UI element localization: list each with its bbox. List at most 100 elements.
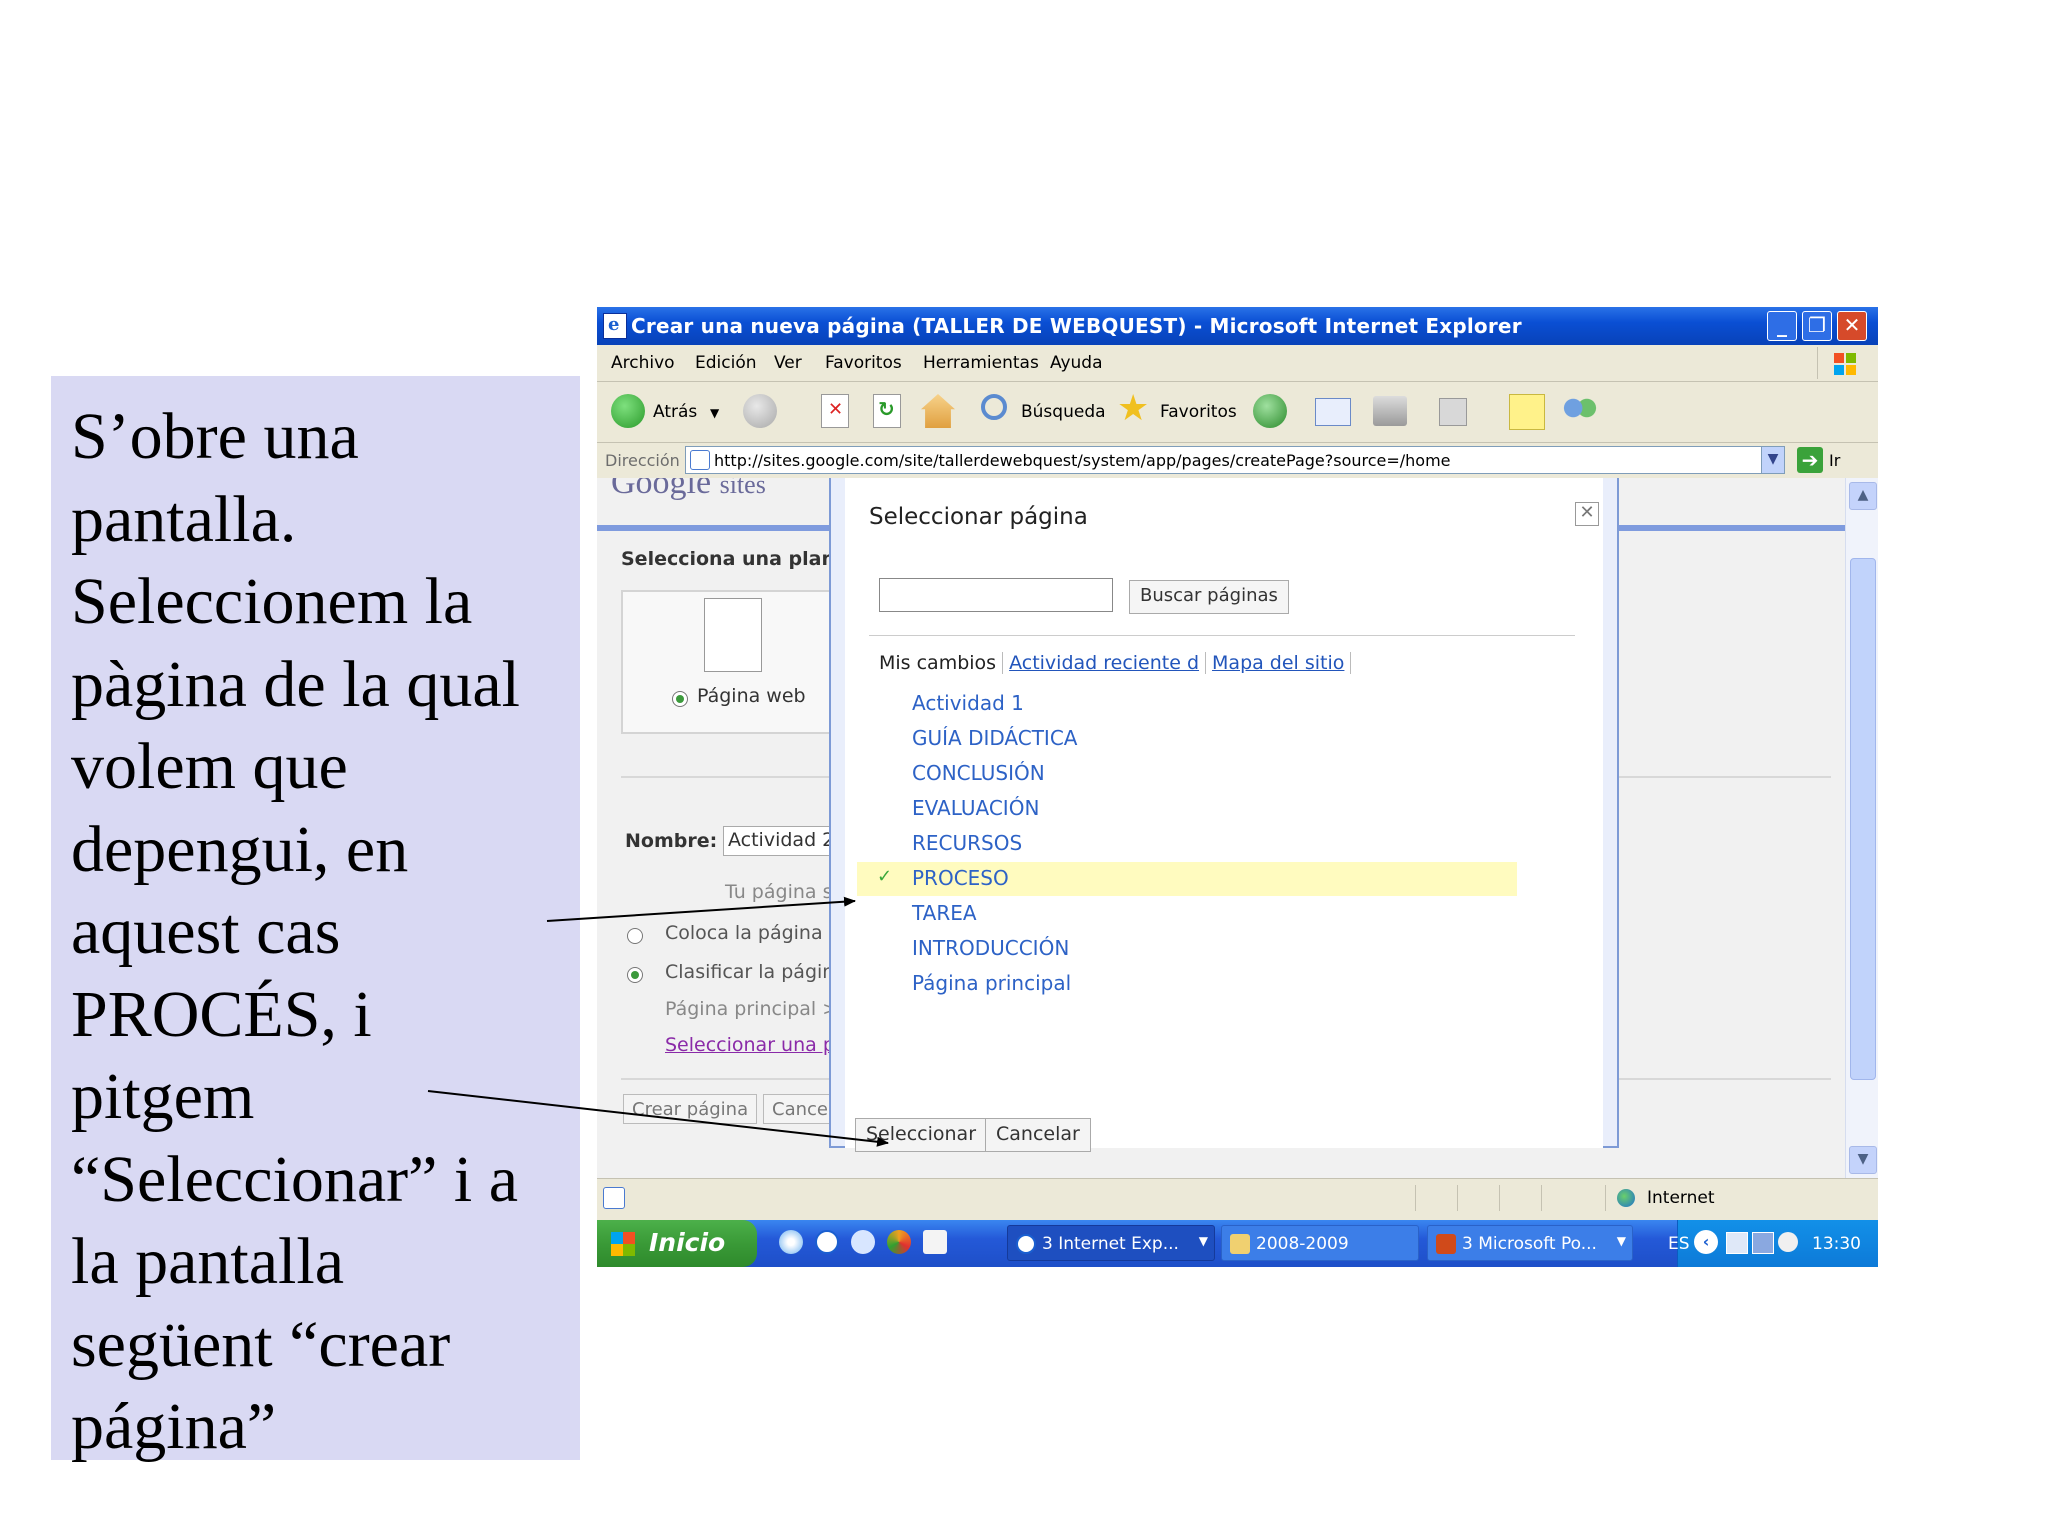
callout-line: página” — [71, 1390, 277, 1463]
menu-bar: Archivo Edición Ver Favoritos Herramient… — [597, 345, 1878, 382]
select-other-page-link[interactable]: Seleccionar una p — [665, 1034, 835, 1056]
callout-line: “Seleccionar” i a — [71, 1142, 519, 1216]
url-input[interactable]: http://sites.google.com/site/tallerdeweb… — [685, 446, 1785, 474]
close-button[interactable]: ✕ — [1837, 311, 1867, 341]
url-hint: Tu página s — [725, 881, 833, 903]
select-button[interactable]: Seleccionar — [855, 1118, 988, 1152]
dialog-title: Seleccionar página — [869, 504, 1088, 530]
window-title: Crear una nueva página (TALLER DE WEBQUE… — [631, 314, 1522, 338]
title-bar[interactable]: Crear una nueva página (TALLER DE WEBQUE… — [597, 307, 1878, 345]
page-list-item[interactable]: Página principal — [857, 967, 1517, 1001]
back-arrow-icon[interactable] — [611, 394, 645, 428]
place-top-radio[interactable] — [627, 928, 643, 944]
minimize-button[interactable]: _ — [1767, 311, 1797, 341]
tab-my-changes[interactable]: Mis cambios — [879, 652, 1004, 674]
menu-ver[interactable]: Ver — [774, 353, 802, 373]
refresh-icon[interactable]: ↻ — [873, 394, 901, 428]
page-list-item-label: CONCLUSIÓN — [912, 761, 1045, 785]
tray-app-icon[interactable] — [1726, 1232, 1748, 1254]
create-page-button[interactable]: Crear página — [623, 1094, 758, 1124]
favorites-star-icon[interactable]: ★ — [1117, 388, 1149, 429]
page-list-item-selected[interactable]: ✓ PROCESO — [857, 862, 1517, 896]
outlook-quicklaunch-icon[interactable] — [851, 1230, 875, 1254]
mail-icon[interactable] — [1315, 398, 1351, 426]
google-logo-text: Google — [611, 478, 712, 501]
scroll-down-icon[interactable]: ▼ — [1849, 1146, 1877, 1174]
start-button[interactable]: Inicio — [597, 1220, 757, 1267]
ie-page-icon — [690, 450, 710, 470]
messenger-icon[interactable] — [1563, 396, 1597, 426]
menu-ayuda[interactable]: Ayuda — [1050, 353, 1103, 373]
go-arrow-icon[interactable]: ➔ — [1797, 447, 1823, 473]
taskbar-item-folder[interactable]: 2008-2009 — [1221, 1225, 1419, 1261]
menu-favoritos[interactable]: Favoritos — [825, 353, 902, 373]
quicklaunch-icon[interactable] — [779, 1230, 803, 1254]
scroll-up-icon[interactable]: ▲ — [1849, 482, 1877, 510]
scroll-thumb[interactable] — [1850, 558, 1876, 1080]
page-search-input[interactable] — [879, 578, 1113, 612]
toolbar: Atrás ▼ ✕ ↻ Búsqueda ★ Favoritos — [597, 382, 1878, 443]
template-radio[interactable] — [672, 691, 688, 707]
cancel-button[interactable]: Cance — [763, 1094, 837, 1124]
network-icon[interactable] — [1752, 1232, 1774, 1254]
status-bar: Internet — [597, 1178, 1878, 1217]
language-indicator[interactable]: ES — [1668, 1234, 1690, 1254]
edit-icon[interactable] — [1439, 398, 1467, 426]
media-player-icon[interactable] — [887, 1230, 911, 1254]
page-list-item-label: RECURSOS — [912, 831, 1023, 855]
callout-line: pàgina de la qual — [71, 647, 520, 721]
tray-expand-icon[interactable]: ‹ — [1694, 1230, 1718, 1254]
maximize-button[interactable]: ❐ — [1802, 311, 1832, 341]
dialog-close-icon[interactable]: ✕ — [1575, 502, 1599, 526]
stop-icon[interactable]: ✕ — [821, 394, 849, 428]
select-page-dialog: Seleccionar página ✕ Buscar páginas Mis … — [829, 478, 1619, 1152]
back-dropdown-icon[interactable]: ▼ — [710, 406, 719, 420]
status-divider — [1605, 1185, 1606, 1211]
menu-edicion[interactable]: Edición — [695, 353, 757, 373]
page-list-item-label: EVALUACIÓN — [912, 796, 1040, 820]
show-desktop-icon[interactable] — [923, 1230, 947, 1254]
system-tray: ES ‹ 13:30 — [1668, 1220, 1878, 1267]
menu-herramientas[interactable]: Herramientas — [923, 353, 1039, 373]
search-pages-button[interactable]: Buscar páginas — [1129, 580, 1289, 614]
page-list-item[interactable]: INTRODUCCIÓN — [857, 932, 1517, 966]
taskbar-item-ie[interactable]: 3 Internet Exp... ▼ — [1007, 1225, 1215, 1261]
favorites-button-label[interactable]: Favoritos — [1160, 402, 1237, 422]
folder-icon — [1230, 1234, 1250, 1254]
notes-icon[interactable] — [1509, 394, 1545, 430]
address-dropdown-icon[interactable]: ▼ — [1761, 447, 1784, 473]
clock: 13:30 — [1812, 1234, 1861, 1254]
chevron-down-icon: ▼ — [1616, 1234, 1626, 1248]
tab-recent-activity[interactable]: Actividad reciente d — [1003, 652, 1207, 674]
dialog-cancel-button[interactable]: Cancelar — [985, 1118, 1091, 1152]
taskbar-item-powerpoint[interactable]: 3 Microsoft Po... ▼ — [1427, 1225, 1633, 1261]
explanation-callout: S’obre una pantalla. Seleccionem la pàgi… — [51, 376, 580, 1463]
callout-line: PROCÉS, i — [71, 977, 372, 1051]
place-under-radio[interactable] — [627, 967, 643, 983]
page-list-item[interactable]: EVALUACIÓN — [857, 792, 1517, 826]
status-divider — [1541, 1185, 1542, 1211]
search-button-label[interactable]: Búsqueda — [1021, 402, 1106, 422]
page-list-item[interactable]: GUÍA DIDÁCTICA — [857, 722, 1517, 756]
status-divider — [1457, 1185, 1458, 1211]
page-list-item[interactable]: RECURSOS — [857, 827, 1517, 861]
vertical-scrollbar[interactable]: ▲ ▼ — [1845, 478, 1878, 1178]
search-icon[interactable] — [981, 394, 1007, 420]
tab-sitemap[interactable]: Mapa del sitio — [1206, 652, 1352, 674]
page-list-item[interactable]: CONCLUSIÓN — [857, 757, 1517, 791]
ie-quicklaunch-icon[interactable] — [815, 1230, 839, 1254]
menu-archivo[interactable]: Archivo — [611, 353, 675, 373]
home-icon[interactable] — [921, 394, 955, 428]
explanation-text: S’obre una pantalla. Seleccionem la pàgi… — [71, 396, 568, 1469]
page-status-icon — [603, 1187, 625, 1209]
history-icon[interactable] — [1253, 394, 1287, 428]
windows-flag-icon — [611, 1232, 635, 1256]
go-button-label[interactable]: Ir — [1829, 451, 1840, 470]
powerpoint-icon — [1436, 1234, 1456, 1254]
page-list-item[interactable]: Actividad 1 — [857, 687, 1517, 721]
print-icon[interactable] — [1373, 396, 1407, 426]
page-list-item[interactable]: TAREA — [857, 897, 1517, 931]
safely-remove-icon[interactable] — [1778, 1232, 1798, 1252]
forward-arrow-icon[interactable] — [743, 394, 777, 428]
back-button-label[interactable]: Atrás — [653, 402, 697, 422]
